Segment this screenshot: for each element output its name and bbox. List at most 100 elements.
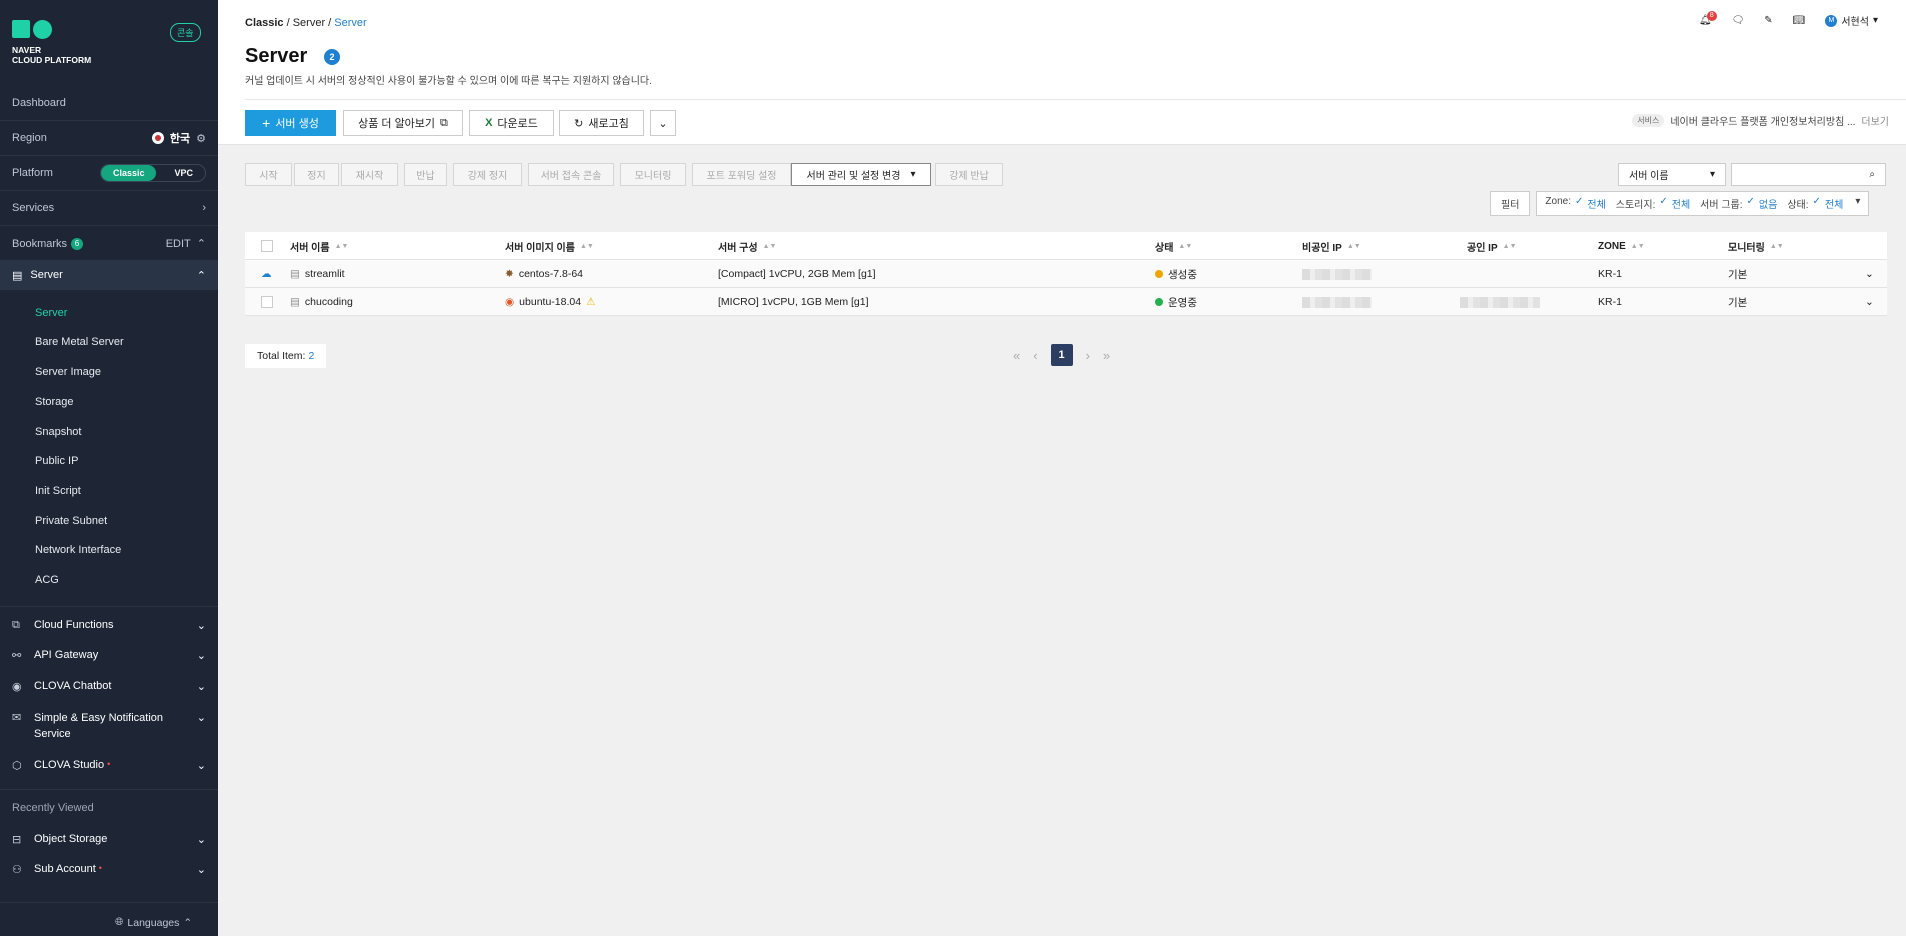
table-row[interactable]: ☁︎ ▤ streamlit ✸ centos-7.8-64 [Compact] 1… — [245, 260, 1887, 288]
last-page-icon[interactable]: » — [1103, 348, 1110, 363]
monitoring-button[interactable]: 모니터링 — [620, 163, 686, 186]
plus-icon: + — [262, 115, 271, 131]
sidebar-cloud-functions[interactable]: ⧉ Cloud Functions ⌄ — [0, 619, 218, 632]
warning-icon[interactable]: ⚠ — [586, 296, 595, 308]
breadcrumb-classic[interactable]: Classic — [245, 17, 284, 29]
recently-viewed-label: Recently Viewed — [0, 790, 218, 825]
port-forwarding-button[interactable]: 포트 포워딩 설정 — [692, 163, 791, 186]
user-menu[interactable]: M 서현석 ▾ — [1825, 13, 1878, 28]
restart-button[interactable]: 재시작 — [341, 163, 398, 186]
stop-button[interactable]: 정지 — [294, 163, 339, 186]
sidebar-item-init-script[interactable]: Init Script — [35, 485, 81, 497]
col-spec[interactable]: 서버 구성 ▲▼ — [718, 232, 776, 260]
console-access-button[interactable]: 서버 접속 콘솔 — [528, 163, 614, 186]
prev-page-icon[interactable]: ‹ — [1033, 348, 1037, 363]
pagination: « ‹ 1 › » — [1013, 344, 1110, 366]
server-header-label: Server — [30, 269, 63, 281]
sidebar-api-gateway[interactable]: ⚯ API Gateway ⌄ — [0, 649, 218, 662]
select-all-checkbox[interactable] — [261, 240, 273, 252]
sidebar-dashboard[interactable]: Dashboard — [0, 86, 218, 121]
new-dot-icon: • — [107, 759, 111, 769]
col-monitoring[interactable]: 모니터링 ▲▼ — [1728, 232, 1784, 260]
monitoring-type: 기본 — [1728, 268, 1748, 281]
filter-summary[interactable]: Zone: ✓ 전체 스토리지: ✓ 전체 서버 그룹: ✓ 없음 상태: ✓ 전체 ▾ — [1536, 190, 1870, 216]
sidebar-sub-account[interactable]: ⚇ Sub Account • ⌄ — [0, 863, 218, 876]
sidebar-object-storage[interactable]: ⊟ Object Storage ⌄ — [0, 833, 218, 846]
search-icon[interactable]: ⌕ — [1869, 169, 1875, 180]
sidebar-region[interactable]: Region 한국 ⚙ — [0, 121, 218, 156]
sidebar-item-bare-metal[interactable]: Bare Metal Server — [35, 336, 124, 348]
sidebar-bookmarks: Bookmarks 6 EDIT ⌃ — [0, 226, 218, 261]
notification-icon: ✉ — [12, 712, 22, 724]
col-image-name[interactable]: 서버 이미지 이름 ▲▼ — [505, 232, 594, 260]
col-label: 상태 — [1155, 242, 1174, 254]
search-input[interactable]: ⌕ — [1731, 163, 1886, 186]
sidebar-item-private-subnet[interactable]: Private Subnet — [35, 515, 107, 527]
sidebar-item-snapshot[interactable]: Snapshot — [35, 426, 81, 438]
more-link[interactable]: 더보기 — [1861, 113, 1889, 128]
force-return-button[interactable]: 강제 반납 — [935, 163, 1003, 186]
next-page-icon[interactable]: › — [1086, 348, 1090, 363]
breadcrumb-current[interactable]: Server — [334, 17, 366, 29]
download-button[interactable]: X 다운로드 — [469, 110, 554, 136]
create-server-button[interactable]: + 서버 생성 — [245, 110, 336, 136]
expand-row-icon[interactable]: ⌄ — [1865, 296, 1874, 308]
sidebar-item-storage[interactable]: Storage — [35, 396, 74, 408]
return-button[interactable]: 반납 — [404, 163, 447, 186]
col-public-ip[interactable]: 공인 IP ▲▼ — [1467, 232, 1517, 260]
server-name: streamlit — [304, 268, 345, 280]
expand-row-icon[interactable]: ⌄ — [1865, 268, 1874, 280]
console-badge[interactable]: 콘솔 — [170, 23, 201, 42]
table-row[interactable]: ▤ chucoding ◉ ubuntu-18.04 ⚠ [MICRO] 1vCPU,… — [245, 288, 1887, 316]
excel-icon: X — [485, 117, 493, 129]
sidebar-clova-chatbot[interactable]: ◉ CLOVA Chatbot ⌄ — [0, 680, 218, 693]
status-dot — [1155, 270, 1163, 278]
col-zone[interactable]: ZONE ▲▼ — [1598, 232, 1645, 260]
row-checkbox[interactable] — [261, 296, 273, 308]
book-icon[interactable]: 📖︎ — [1793, 15, 1806, 26]
col-status[interactable]: 상태 ▲▼ — [1155, 232, 1192, 260]
sidebar-item-server[interactable]: Server — [35, 307, 67, 319]
breadcrumb-server[interactable]: Server — [293, 17, 325, 29]
chat-icon[interactable]: 🗨︎ — [1732, 15, 1745, 26]
filter-button[interactable]: 필터 — [1490, 190, 1531, 216]
gear-icon[interactable]: ⚙ — [196, 132, 206, 145]
sidebar-server-header[interactable]: ▤ Server ⌃ — [0, 260, 218, 290]
private-ip-redacted — [1302, 296, 1372, 308]
chevron-up-icon[interactable]: ⌃ — [197, 237, 206, 250]
sidebar-item-acg[interactable]: ACG — [35, 574, 59, 586]
sidebar-item-public-ip[interactable]: Public IP — [35, 455, 78, 467]
platform-classic[interactable]: Classic — [100, 165, 157, 181]
bookmarks-edit[interactable]: EDIT — [166, 238, 191, 250]
platform-toggle[interactable]: Classic VPC — [99, 164, 206, 182]
learn-more-button[interactable]: 상품 더 알아보기 ⧉ — [343, 110, 463, 136]
sens-label: Simple & Easy Notification Service — [34, 712, 163, 740]
search-field-select[interactable]: 서버 이름 ▾ — [1618, 163, 1726, 186]
sidebar-clova-studio[interactable]: ⬡ CLOVA Studio • ⌄ — [0, 759, 218, 772]
sort-icon: ▲▼ — [579, 242, 594, 250]
start-button[interactable]: 시작 — [245, 163, 292, 186]
privacy-link[interactable]: 네이버 클라우드 플랫폼 개인정보처리방침 ... — [1670, 113, 1855, 128]
sidebar-item-network-interface[interactable]: Network Interface — [35, 544, 121, 556]
first-page-icon[interactable]: « — [1013, 348, 1020, 363]
filter-status-label: 상태: — [1787, 199, 1809, 211]
platform-vpc[interactable]: VPC — [162, 165, 205, 181]
manage-settings-dropdown[interactable]: 서버 관리 및 설정 변경 ▾ — [791, 163, 931, 186]
sort-icon: ▲▼ — [1178, 242, 1193, 250]
col-private-ip[interactable]: 비공인 IP ▲▼ — [1302, 232, 1361, 260]
memo-icon[interactable]: ✎ — [1764, 15, 1772, 26]
filter-storage-label: 스토리지: — [1615, 199, 1656, 211]
refresh-button[interactable]: ↻ 새로고침 — [559, 110, 644, 136]
bell-icon[interactable]: 🔔︎ 8 — [1699, 11, 1717, 26]
more-dropdown-button[interactable]: ⌄ — [650, 110, 676, 136]
col-server-name[interactable]: 서버 이름 ▲▼ — [290, 232, 348, 260]
sidebar-item-server-image[interactable]: Server Image — [35, 366, 101, 378]
chevron-up-icon[interactable]: ⌃ — [197, 269, 206, 282]
force-stop-button[interactable]: 강제 정지 — [453, 163, 522, 186]
sidebar-services[interactable]: Services › — [0, 191, 218, 226]
naver-cloud-logo[interactable]: NAVER CLOUD PLATFORM — [12, 20, 91, 65]
languages-button[interactable]: 🌐︎ Languages ⌃ — [115, 916, 192, 929]
filter-storage-value: 전체 — [1671, 199, 1691, 211]
sidebar-sens[interactable]: ✉ Simple & Easy Notification Service ⌄ — [0, 710, 218, 742]
page-current[interactable]: 1 — [1050, 344, 1073, 366]
